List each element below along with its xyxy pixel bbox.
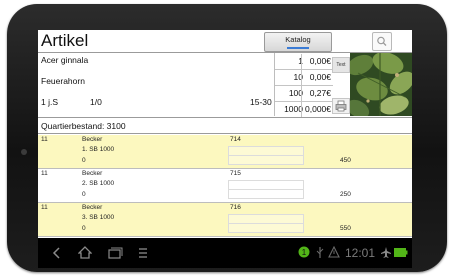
- battery-icon: [394, 248, 408, 257]
- print-button[interactable]: [332, 98, 350, 114]
- status-clock: 12:01: [345, 246, 376, 260]
- camera-icon: [21, 149, 27, 155]
- menu-icon[interactable]: [138, 247, 148, 259]
- price-value: 0,27€: [309, 88, 331, 98]
- row-name: Becker: [82, 136, 103, 143]
- app-header: Artikel Katalog: [38, 30, 412, 53]
- price-value: 0,00€: [309, 56, 331, 66]
- printer-icon: [335, 100, 347, 112]
- recent-apps-icon[interactable]: [108, 247, 123, 259]
- row-amount: 250: [340, 191, 351, 198]
- page-title: Artikel: [41, 31, 89, 50]
- airplane-icon: [381, 247, 391, 258]
- row-number: 11: [41, 170, 48, 177]
- price-row: 1 0,00€: [275, 54, 333, 70]
- device-frame: Artikel Katalog Acer ginnala Feuerahorn …: [0, 0, 449, 276]
- plant-photo: [350, 53, 412, 116]
- row-code: 715: [230, 170, 241, 177]
- app-notification-icon: 1: [298, 246, 310, 258]
- article-ratio: 1/0: [90, 97, 102, 107]
- row-zero: 0: [82, 191, 86, 198]
- row-zero: 0: [82, 225, 86, 232]
- row-zero: 0: [82, 157, 86, 164]
- row-sub: 1. SB 1000: [82, 146, 115, 153]
- list-item[interactable]: 11 Becker 3. SB 1000 0 716 550: [38, 203, 412, 237]
- article-name: Acer ginnala: [41, 55, 89, 65]
- row-sub: 2. SB 1000: [82, 180, 115, 187]
- usb-icon: [316, 247, 324, 258]
- row-amount: 550: [340, 225, 351, 232]
- article-info: Acer ginnala Feuerahorn 1 j.S 1/0 15-30: [38, 53, 274, 116]
- list-item[interactable]: 11 Becker 1. SB 1000 0 714 450: [38, 135, 412, 169]
- tab-active-indicator: [287, 47, 309, 49]
- row-sub: 3. SB 1000: [82, 214, 115, 221]
- search-button[interactable]: [372, 32, 392, 51]
- row-field[interactable]: [228, 189, 304, 199]
- row-code: 714: [230, 136, 241, 143]
- price-table: 1 0,00€ 10 0,00€ 100 0,27€ 1000 0,000€: [274, 53, 333, 117]
- price-row: 100 0,27€: [275, 86, 333, 102]
- article-variety: Feuerahorn: [41, 76, 85, 86]
- row-name: Becker: [82, 204, 103, 211]
- warning-icon: [328, 246, 340, 258]
- price-value: 0,00€: [309, 72, 331, 82]
- article-size: 15-30: [250, 97, 272, 107]
- price-row: 10 0,00€: [275, 70, 333, 86]
- stock-label: Quartierbestand: 3100: [38, 117, 412, 134]
- row-field[interactable]: [228, 223, 304, 233]
- row-name: Becker: [82, 170, 103, 177]
- system-navbar: 1 12:01: [38, 238, 412, 268]
- row-amount: 450: [340, 157, 351, 164]
- article-age: 1 j.S: [41, 97, 59, 107]
- list-item[interactable]: 11 Becker 2. SB 1000 0 715 250: [38, 169, 412, 203]
- home-icon[interactable]: [78, 246, 92, 259]
- article-image: [350, 53, 412, 116]
- app-screen: Artikel Katalog Acer ginnala Feuerahorn …: [38, 30, 412, 268]
- tab-katalog-label: Katalog: [285, 35, 311, 44]
- row-field[interactable]: [228, 155, 304, 165]
- back-icon[interactable]: [52, 247, 62, 259]
- row-number: 11: [41, 204, 48, 211]
- row-number: 11: [41, 136, 48, 143]
- tab-katalog[interactable]: Katalog: [264, 32, 332, 52]
- row-code: 716: [230, 204, 241, 211]
- svg-text:1: 1: [302, 248, 307, 257]
- price-row: 1000 0,000€: [275, 102, 333, 117]
- price-value: 0,000€: [305, 104, 331, 114]
- text-button[interactable]: Text: [332, 57, 350, 73]
- search-icon: [377, 36, 387, 46]
